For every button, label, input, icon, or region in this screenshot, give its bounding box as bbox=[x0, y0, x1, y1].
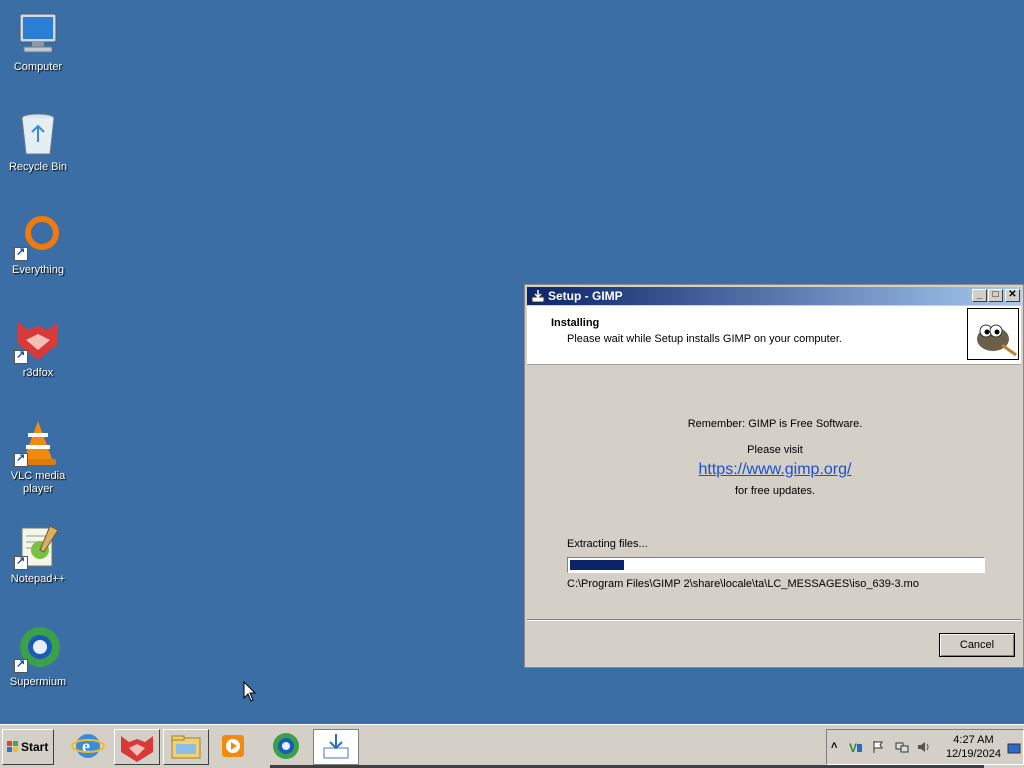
desktop-icon-recycle-bin[interactable]: Recycle Bin bbox=[4, 110, 72, 174]
windows-flag-icon bbox=[7, 741, 18, 752]
shortcut-arrow-icon bbox=[14, 451, 28, 467]
close-button[interactable]: ✕ bbox=[1005, 289, 1020, 302]
taskbar-internet-explorer[interactable]: e bbox=[66, 729, 112, 765]
desktop-icon-everything[interactable]: Everything bbox=[4, 213, 72, 277]
status-text: Extracting files... bbox=[567, 538, 648, 550]
desktop-icon-label: Computer bbox=[13, 61, 63, 73]
shortcut-arrow-icon bbox=[14, 657, 28, 673]
vmware-tools-icon[interactable]: V bbox=[849, 740, 863, 754]
remember-text: Remember: GIMP is Free Software. bbox=[687, 418, 863, 430]
desktop-icon-label: Notepad++ bbox=[10, 573, 66, 585]
cancel-button[interactable]: Cancel bbox=[939, 633, 1015, 657]
clock-date: 12/19/2024 bbox=[945, 748, 1001, 760]
install-progress-bar bbox=[567, 557, 985, 573]
taskbar-supermium[interactable] bbox=[264, 729, 310, 765]
action-center-flag-icon[interactable] bbox=[871, 740, 885, 754]
show-hidden-icons-icon[interactable]: ˄ bbox=[831, 740, 845, 754]
setup-icon bbox=[323, 734, 349, 759]
taskbar-setup-gimp[interactable] bbox=[313, 729, 359, 765]
computer-icon bbox=[14, 10, 62, 58]
clock[interactable]: 4:27 AM 12/19/2024 bbox=[946, 733, 1001, 761]
desktop-icon-label: VLC media player bbox=[10, 470, 66, 495]
taskbar-r3dfox[interactable] bbox=[114, 729, 160, 765]
everything-icon bbox=[14, 213, 62, 261]
show-desktop-icon[interactable] bbox=[1007, 742, 1021, 756]
taskbar-file-explorer[interactable] bbox=[163, 729, 209, 765]
mouse-cursor-icon bbox=[243, 681, 257, 702]
taskbar-media-player[interactable] bbox=[212, 729, 258, 765]
start-label: Start bbox=[21, 740, 49, 754]
desktop-icon-vlc[interactable]: VLC media player bbox=[4, 419, 72, 496]
supermium-icon bbox=[273, 733, 299, 759]
desktop-icon-supermium[interactable]: Supermium bbox=[4, 625, 72, 689]
shortcut-arrow-icon bbox=[14, 245, 28, 261]
internet-explorer-icon: e bbox=[71, 734, 105, 758]
desktop-icon-label: Recycle Bin bbox=[8, 161, 68, 173]
shortcut-arrow-icon bbox=[14, 348, 28, 364]
setup-dialog: Setup - GIMP _ □ ✕ Installing Please wai… bbox=[524, 284, 1024, 668]
volume-icon[interactable] bbox=[917, 740, 931, 754]
page-subtitle: Please wait while Setup installs GIMP on… bbox=[567, 333, 842, 345]
desktop-icon-label: r3dfox bbox=[22, 367, 54, 379]
desktop-icon-label: Supermium bbox=[9, 676, 67, 688]
progress-fill bbox=[570, 560, 624, 570]
system-tray: ˄ V 4:27 AM 12/19/2024 bbox=[826, 729, 1024, 765]
current-file-path: C:\Program Files\GIMP 2\share\locale\ta\… bbox=[567, 578, 919, 590]
divider bbox=[527, 619, 1021, 621]
desktop-icon-notepad-plus-plus[interactable]: Notepad++ bbox=[4, 522, 72, 586]
start-button[interactable]: Start bbox=[2, 729, 54, 765]
desktop-icon-r3dfox[interactable]: r3dfox bbox=[4, 316, 72, 380]
minimize-button[interactable]: _ bbox=[972, 289, 987, 302]
visit-text: Please visit bbox=[747, 444, 803, 456]
gimp-logo-icon bbox=[967, 308, 1019, 360]
taskbar: Start e ˄ V 4:27 AM 12/19/2024 bbox=[0, 724, 1024, 768]
desktop-icon-label: Everything bbox=[12, 264, 64, 276]
desktop-icon-computer[interactable]: Computer bbox=[4, 10, 72, 74]
dialog-title: Setup - GIMP bbox=[548, 289, 623, 303]
svg-text:e: e bbox=[82, 736, 90, 756]
setup-icon bbox=[531, 290, 545, 303]
page-title: Installing bbox=[551, 317, 600, 329]
supermium-icon bbox=[14, 625, 62, 673]
r3dfox-icon bbox=[121, 736, 153, 762]
gimp-website-link[interactable]: https://www.gimp.org/ bbox=[699, 461, 852, 478]
shortcut-arrow-icon bbox=[14, 554, 28, 570]
r3dfox-icon bbox=[14, 316, 62, 364]
vlc-icon bbox=[14, 419, 62, 467]
file-explorer-icon bbox=[171, 735, 201, 759]
recycle-bin-icon bbox=[14, 110, 62, 158]
dialog-header: Installing Please wait while Setup insta… bbox=[527, 306, 1021, 365]
svg-text:V: V bbox=[849, 741, 857, 754]
media-player-icon bbox=[222, 735, 244, 757]
updates-text: for free updates. bbox=[734, 485, 816, 497]
dialog-titlebar[interactable]: Setup - GIMP _ □ ✕ bbox=[527, 287, 1021, 305]
clock-time: 4:27 AM bbox=[953, 734, 994, 746]
network-icon[interactable] bbox=[895, 740, 909, 754]
notepad-plus-plus-icon bbox=[14, 522, 62, 570]
maximize-button[interactable]: □ bbox=[988, 289, 1003, 302]
